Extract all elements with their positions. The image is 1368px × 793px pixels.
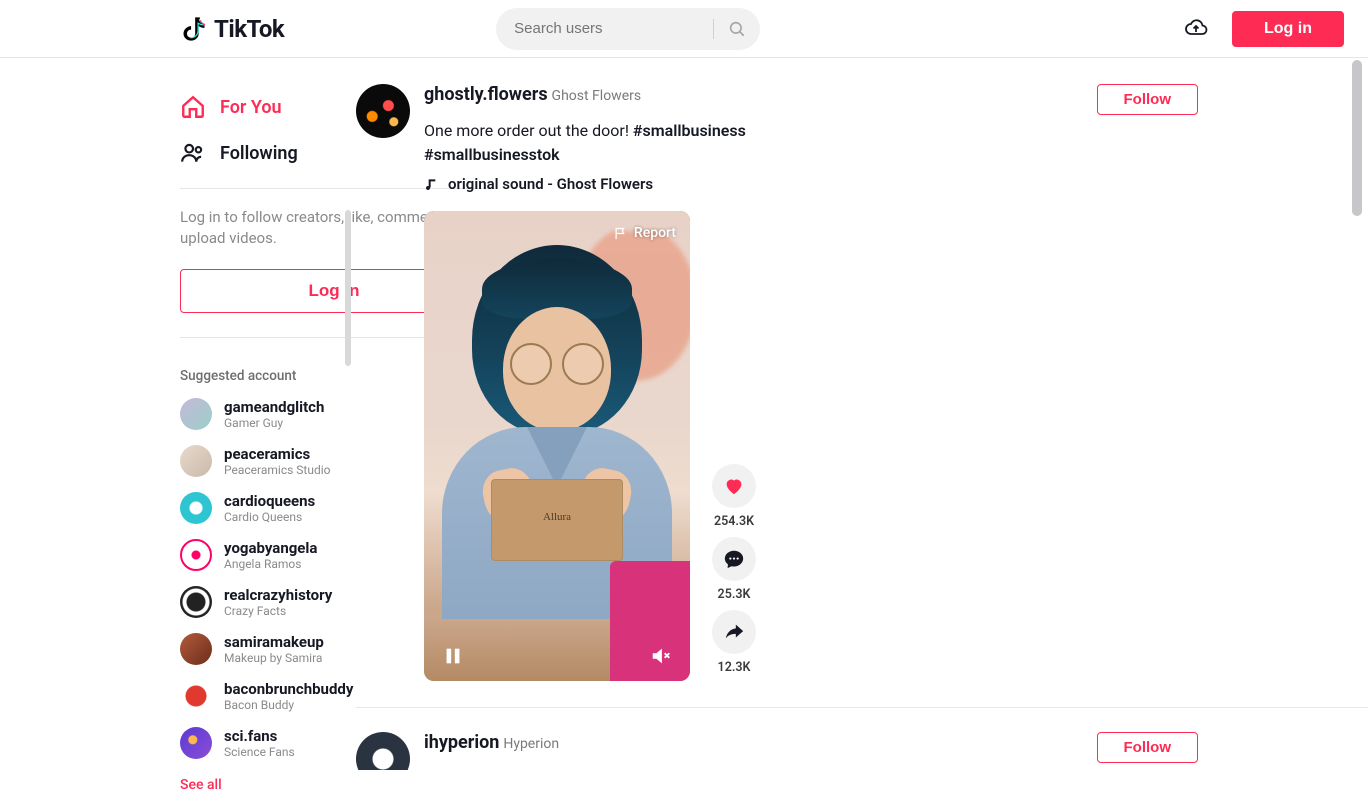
account-avatar [180, 492, 212, 524]
header-actions: Log in [1184, 11, 1344, 47]
account-subtitle: Science Fans [224, 745, 295, 759]
author-displayname: Hyperion [503, 736, 559, 752]
flag-icon [613, 226, 628, 241]
account-username: samiramakeup [224, 633, 324, 651]
tiktok-note-icon [180, 15, 208, 43]
envelope-text: Allura [543, 511, 571, 523]
music-note-icon [424, 176, 440, 192]
author-displayname: Ghost Flowers [552, 88, 642, 104]
account-subtitle: Angela Ramos [224, 557, 317, 571]
suggested-account[interactable]: sci.fansScience Fans [180, 727, 356, 759]
home-icon [180, 94, 206, 120]
search-divider [713, 19, 714, 39]
suggested-account[interactable]: samiramakeupMakeup by Samira [180, 633, 356, 665]
account-username: sci.fans [224, 727, 295, 745]
account-username: yogabyangela [224, 539, 317, 557]
pause-icon[interactable] [442, 645, 464, 667]
account-avatar [180, 398, 212, 430]
account-avatar [180, 539, 212, 571]
sidebar-scrollbar[interactable] [345, 210, 351, 366]
account-avatar [180, 586, 212, 618]
comment-icon [723, 548, 745, 570]
suggested-account[interactable]: realcrazyhistoryCrazy Facts [180, 586, 356, 618]
author-username[interactable]: ihyperion [424, 732, 499, 753]
suggested-account[interactable]: cardioqueensCardio Queens [180, 492, 356, 524]
account-avatar [180, 445, 212, 477]
suggested-list: gameandglitchGamer Guy peaceramicsPeacera… [180, 398, 356, 759]
account-subtitle: Peaceramics Studio [224, 463, 330, 477]
follow-button[interactable]: Follow [1097, 732, 1199, 763]
account-subtitle: Crazy Facts [224, 604, 332, 618]
account-username: cardioqueens [224, 492, 315, 510]
brand-text: TikTok [214, 15, 284, 43]
account-subtitle: Makeup by Samira [224, 651, 324, 665]
feed-post: ihyperion Hyperion Follow #pov #dronevid… [356, 732, 1368, 770]
account-subtitle: Cardio Queens [224, 510, 315, 524]
account-subtitle: Bacon Buddy [224, 698, 353, 712]
follow-button[interactable]: Follow [1097, 84, 1199, 115]
feed-post: ghostly.flowers Ghost Flowers Follow One… [356, 84, 1368, 708]
header-login-button[interactable]: Log in [1232, 11, 1344, 47]
suggested-account[interactable]: peaceramicsPeaceramics Studio [180, 445, 356, 477]
author-avatar[interactable] [356, 732, 410, 770]
sound-row[interactable]: original sound - Ghost Flowers [424, 175, 1198, 193]
suggested-account[interactable]: yogabyangelaAngela Ramos [180, 539, 356, 571]
suggested-account[interactable]: baconbrunchbuddyBacon Buddy [180, 680, 356, 712]
comment-count: 25.3K [718, 587, 751, 602]
search-input[interactable] [496, 8, 760, 50]
search-container [496, 8, 760, 50]
nav-following[interactable]: Following [180, 130, 356, 176]
sound-name: original sound - Ghost Flowers [448, 175, 653, 193]
account-avatar [180, 680, 212, 712]
nav-label: Following [220, 143, 298, 164]
feed: ghostly.flowers Ghost Flowers Follow One… [356, 58, 1368, 770]
brand-logo[interactable]: TikTok [180, 15, 284, 43]
action-rail: 254.3K 25.3K 12.3K [712, 464, 756, 681]
account-avatar [180, 727, 212, 759]
see-all-link[interactable]: See all [180, 777, 356, 793]
account-avatar [180, 633, 212, 665]
account-subtitle: Gamer Guy [224, 416, 324, 430]
suggested-heading: Suggested account [180, 368, 356, 384]
account-username: baconbrunchbuddy [224, 680, 353, 698]
nav-label: For You [220, 97, 282, 118]
suggested-account[interactable]: gameandglitchGamer Guy [180, 398, 356, 430]
author-username[interactable]: ghostly.flowers [424, 84, 548, 105]
account-username: peaceramics [224, 445, 330, 463]
heart-icon [723, 475, 745, 497]
people-icon [180, 140, 206, 166]
video-player[interactable]: Allura Report [424, 211, 690, 681]
post-caption: One more order out the door! #smallbusin… [424, 119, 864, 167]
report-button[interactable]: Report [613, 225, 676, 241]
nav-for-you[interactable]: For You [180, 84, 356, 130]
like-button[interactable] [712, 464, 756, 508]
account-username: realcrazyhistory [224, 586, 332, 604]
mute-icon[interactable] [650, 645, 672, 667]
like-count: 254.3K [714, 514, 754, 529]
upload-icon[interactable] [1184, 17, 1208, 41]
author-avatar[interactable] [356, 84, 410, 138]
top-header: TikTok Log in [0, 0, 1368, 58]
comment-button[interactable] [712, 537, 756, 581]
share-arrow-icon [723, 621, 745, 643]
share-button[interactable] [712, 610, 756, 654]
account-username: gameandglitch [224, 398, 324, 416]
share-count: 12.3K [718, 660, 751, 675]
search-icon[interactable] [728, 20, 746, 38]
page-scrollbar[interactable] [1352, 60, 1362, 216]
left-sidebar: For You Following Log in to follow creat… [0, 58, 356, 770]
